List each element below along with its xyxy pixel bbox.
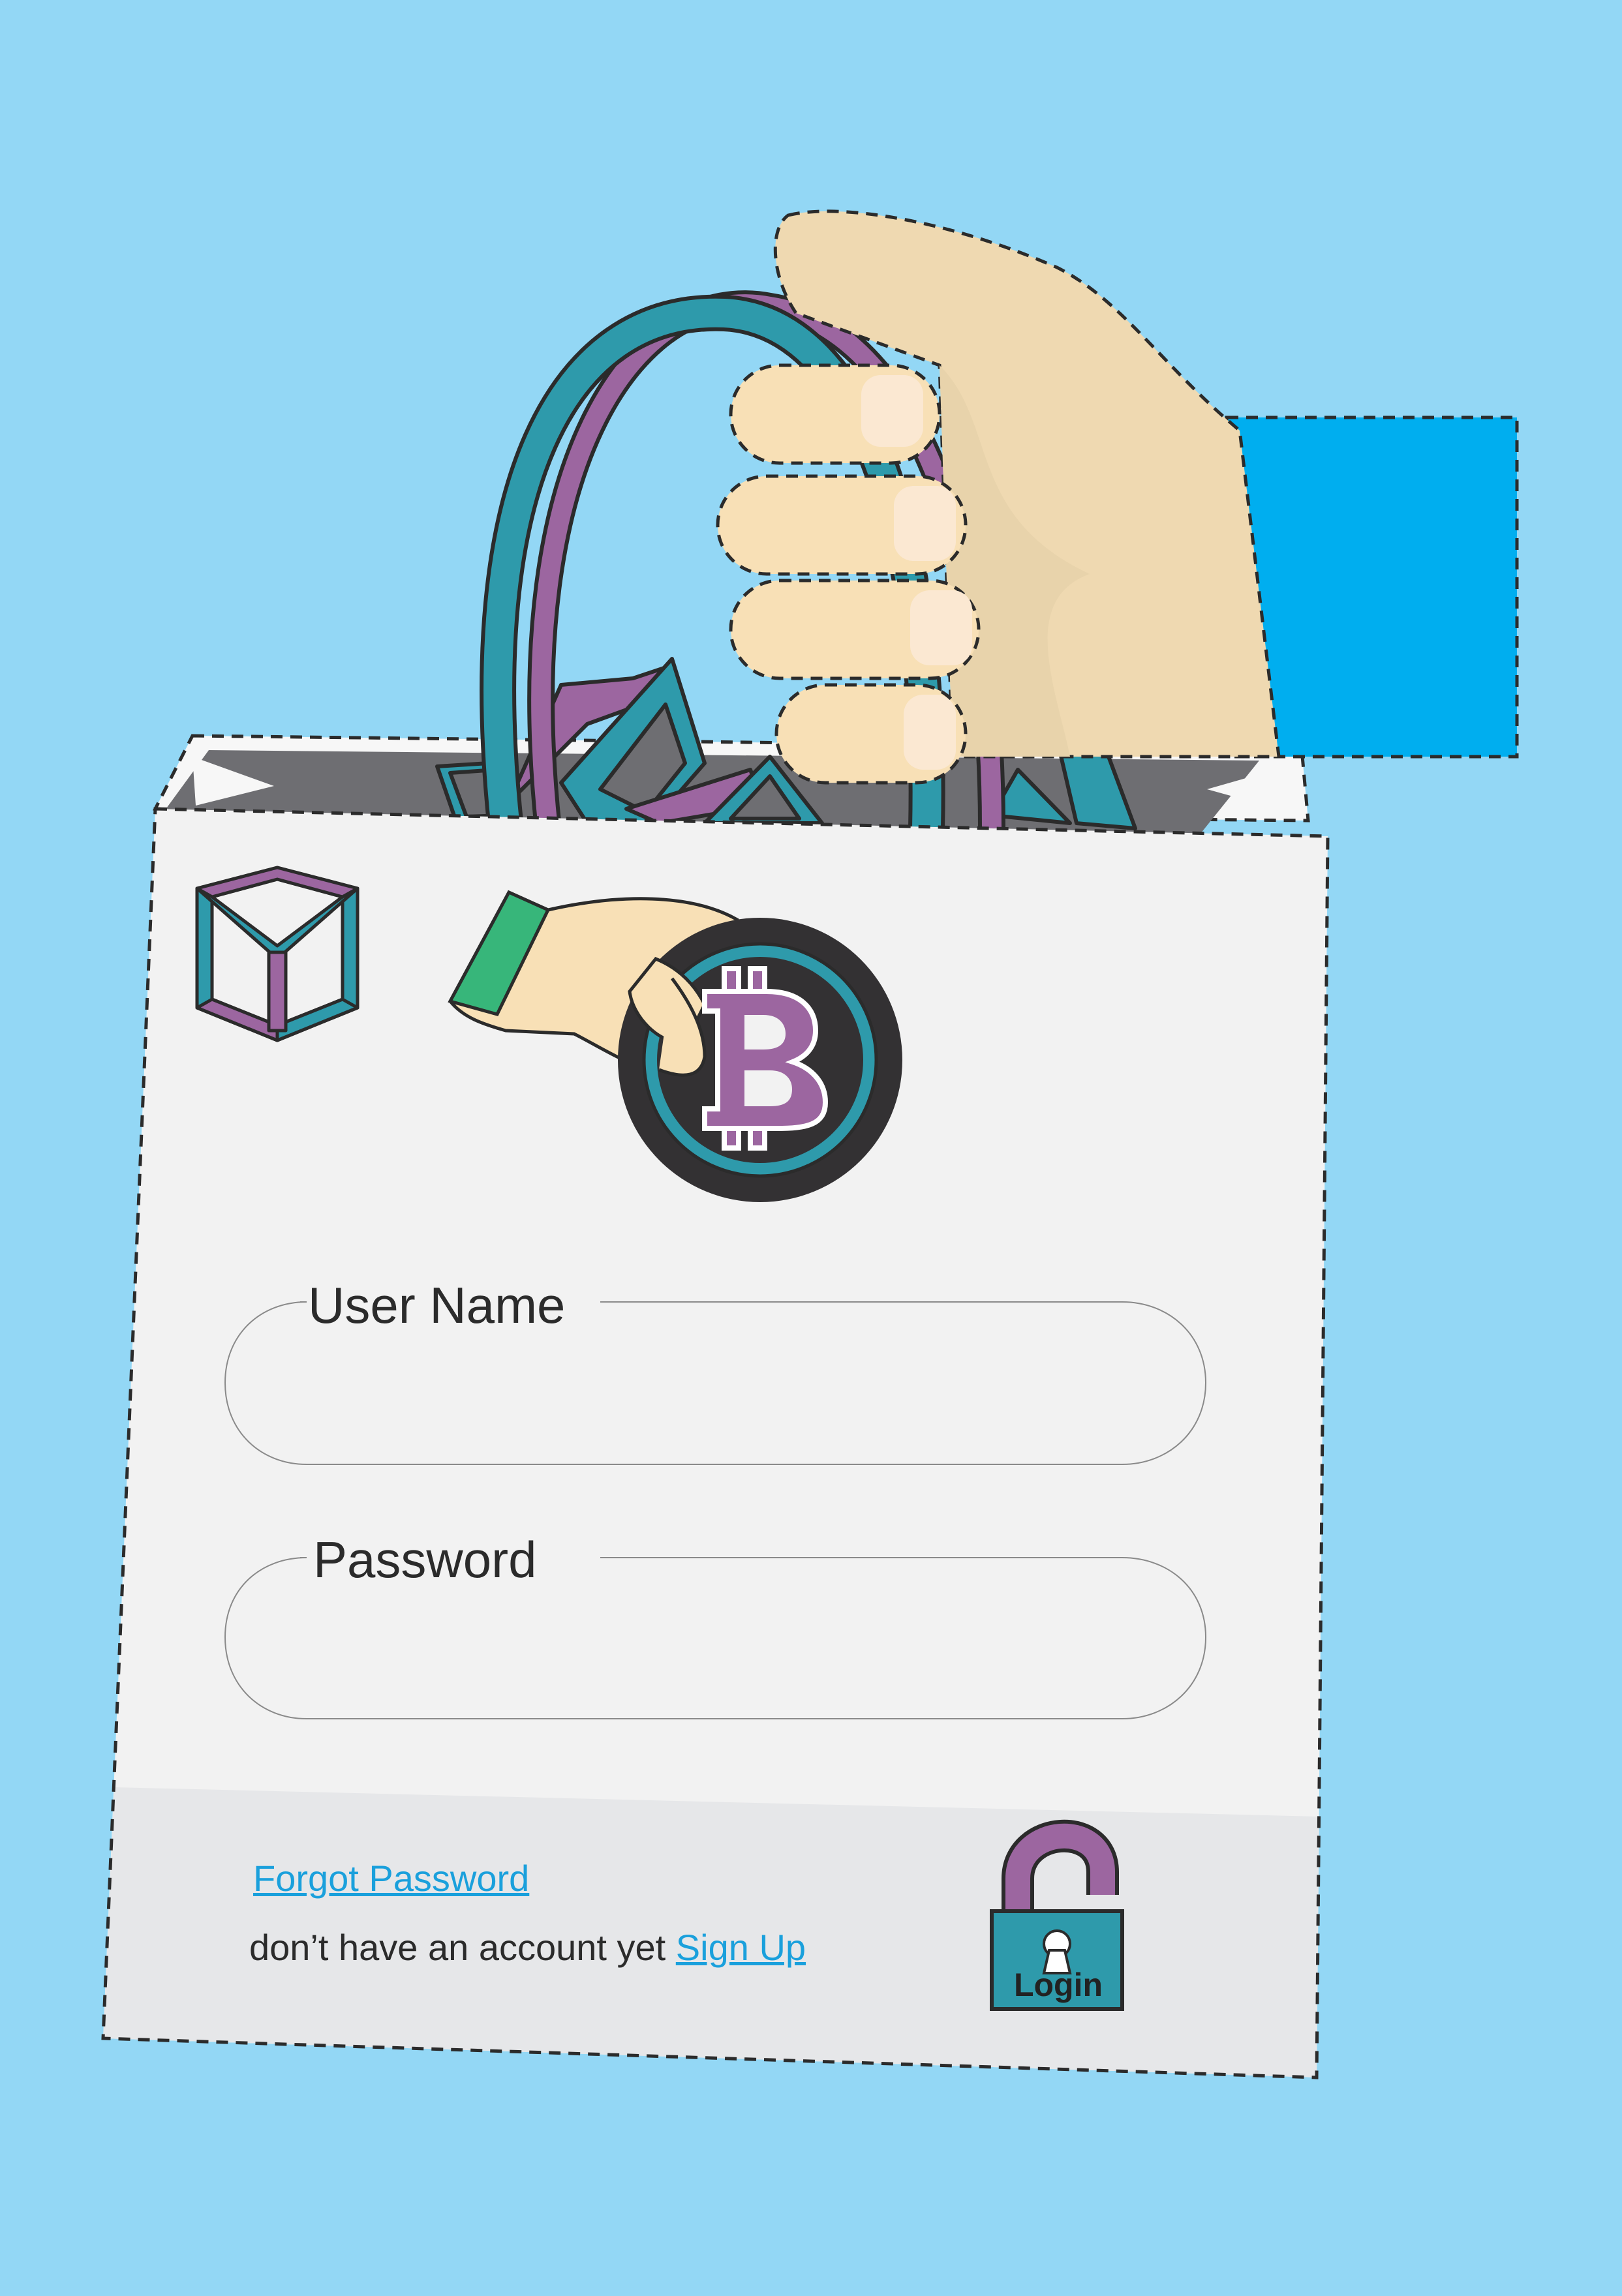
password-label: Password: [313, 1531, 537, 1588]
no-account-text: don’t have an account yet: [249, 1927, 676, 1968]
hand-holding-bag: [716, 209, 1519, 785]
login-button[interactable]: Login: [985, 1969, 1131, 2001]
logo-cube-icon: [195, 866, 360, 1042]
forgot-password-link[interactable]: Forgot Password: [253, 1860, 529, 1897]
illustration: [101, 209, 1519, 2079]
signup-prompt: don’t have an account yet Sign Up: [249, 1929, 806, 1966]
username-input[interactable]: [248, 1331, 1181, 1435]
sign-up-link[interactable]: Sign Up: [676, 1927, 806, 1968]
bitcoin-coin-icon: [618, 918, 902, 1202]
username-label: User Name: [308, 1276, 566, 1334]
password-input[interactable]: [248, 1585, 1181, 1689]
